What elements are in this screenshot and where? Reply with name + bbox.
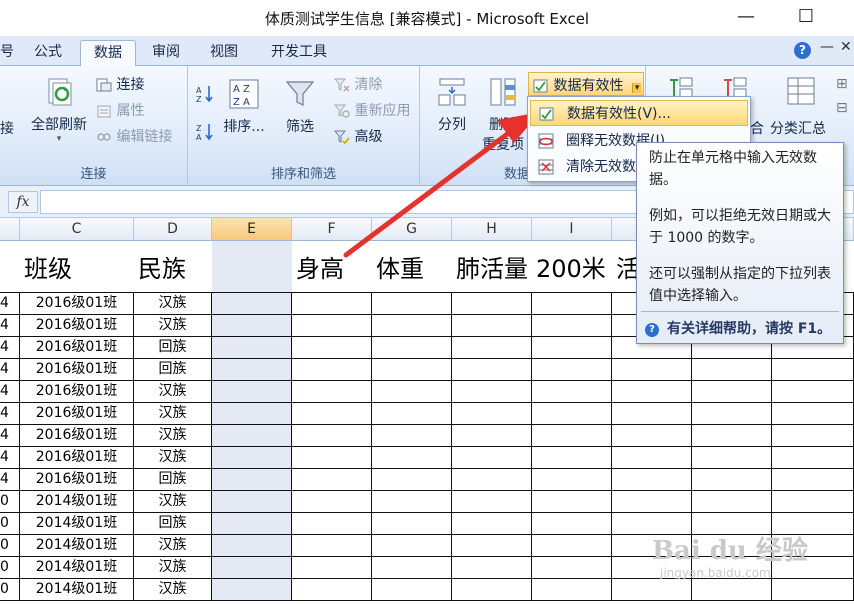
- tooltip-footer-text: 有关详细帮助，请按 F1。: [667, 321, 832, 337]
- excel-window: 体质测试学生信息 [兼容模式] - Microsoft Excel — ☐ 号 …: [0, 0, 854, 604]
- data-validation-menu-icon: [539, 107, 554, 121]
- menu-item-data-validation[interactable]: 数据有效性(V)...: [530, 100, 748, 126]
- data-validation-tooltip: 防止在单元格中输入无效数据。 例如，可以拒绝无效日期或大于 1000 的数字。 …: [636, 142, 844, 344]
- circle-invalid-data-icon: [538, 133, 554, 149]
- tooltip-paragraph-1: 防止在单元格中输入无效数据。: [649, 150, 817, 188]
- clear-validation-circles-icon: [538, 159, 554, 175]
- tooltip-paragraph-3: 还可以强制从指定的下拉列表值中选择输入。: [649, 266, 831, 304]
- tooltip-paragraph-2: 例如，可以拒绝无效日期或大于 1000 的数字。: [649, 208, 831, 246]
- tooltip-footer: ? 有关详细帮助，请按 F1。: [645, 318, 831, 338]
- tooltip-help-icon: ?: [645, 323, 659, 337]
- menu-item-data-validation-label: 数据有效性(V)...: [567, 106, 671, 122]
- watermark-logo-text: Bai du 经验: [652, 536, 808, 566]
- tooltip-divider: [641, 311, 839, 312]
- watermark-url: jingyan.baidu.com: [660, 566, 771, 580]
- baidu-watermark: Bai du 经验 jingyan.baidu.com: [652, 522, 812, 582]
